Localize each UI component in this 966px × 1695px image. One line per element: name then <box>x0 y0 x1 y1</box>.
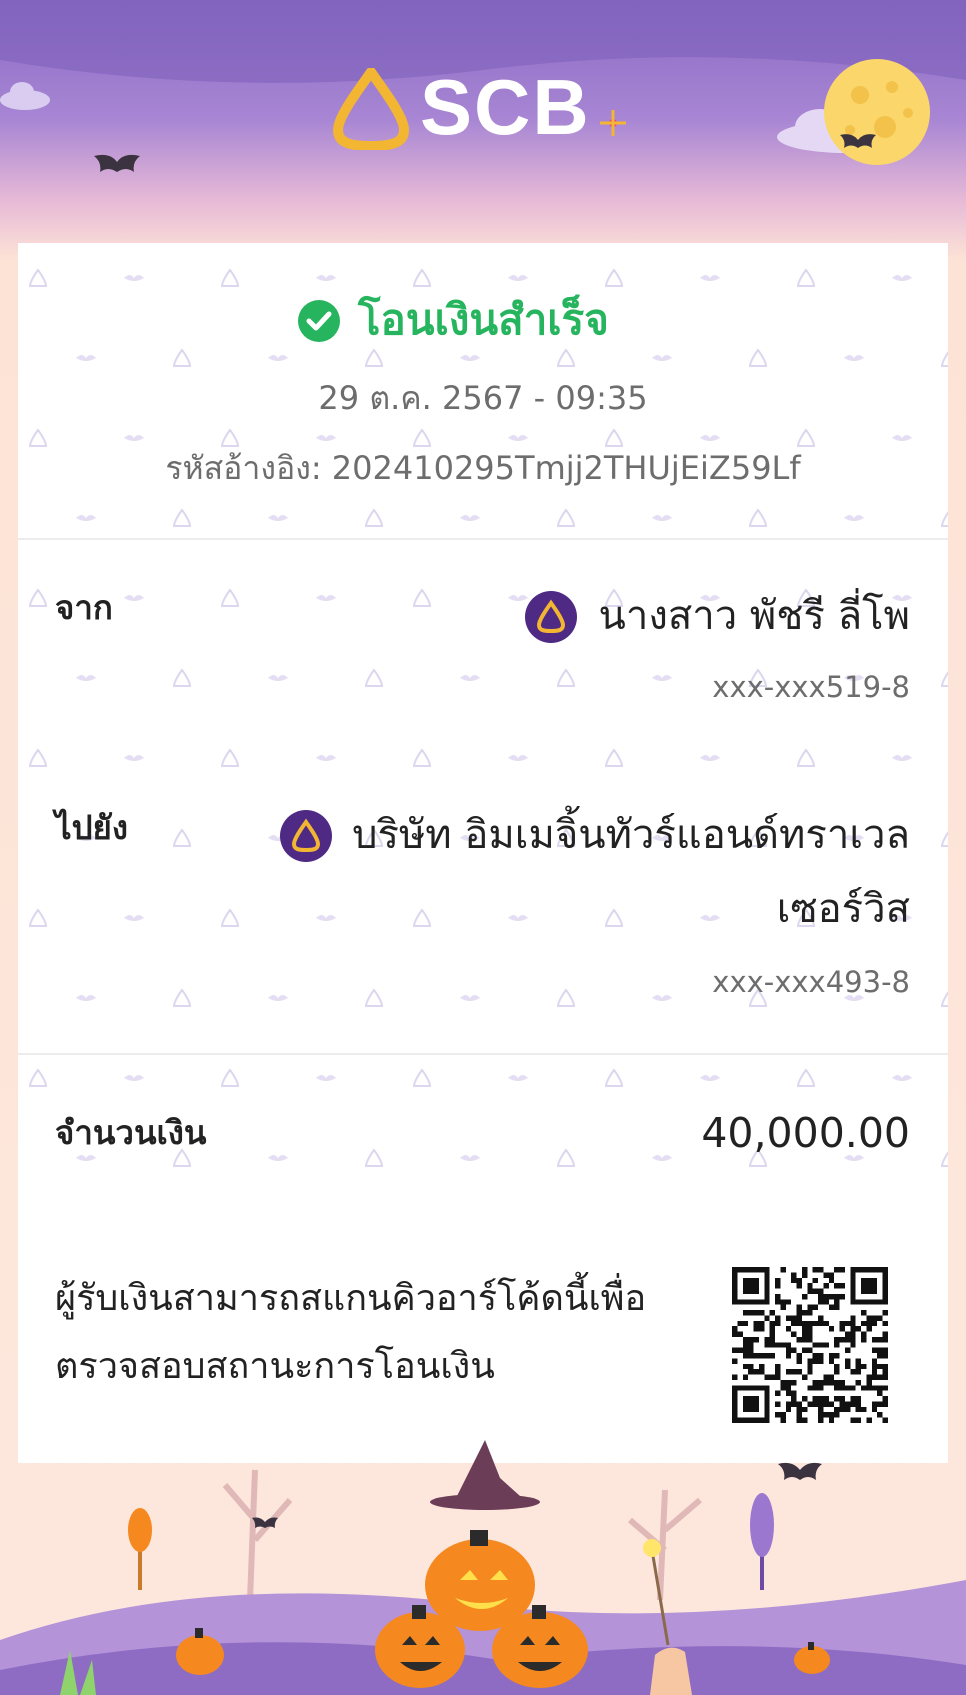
amount-label: จำนวนเงิน <box>55 1113 207 1152</box>
sparkle-icon <box>600 110 626 136</box>
qr-instruction-line2: ตรวจสอบสถานะการโอนเงิน <box>55 1346 495 1387</box>
cloud-icon <box>0 82 50 110</box>
from-label: จาก <box>55 588 113 627</box>
scb-logo: SCB <box>330 62 650 152</box>
from-name: นางสาว พัชรี ลี่โพ <box>598 593 910 639</box>
success-check-icon <box>298 300 340 342</box>
divider <box>18 538 948 540</box>
scb-bank-icon <box>280 810 332 862</box>
bat-icon <box>840 134 876 148</box>
qr-instruction: ผู้รับเงินสามารถสแกนคิวอาร์โค้ดนี้เพื่อ … <box>55 1265 695 1401</box>
logo-text: SCB <box>420 63 591 151</box>
to-label: ไปยัง <box>55 808 128 847</box>
reference-value[interactable]: 202410295Tmjj2THUjEiZ59Lf <box>332 449 801 487</box>
status-title: โอนเงินสำเร็จ <box>358 295 609 344</box>
scb-logo-icon <box>333 68 409 150</box>
halloween-illustration <box>0 1430 966 1695</box>
halloween-footer <box>0 1430 966 1695</box>
to-name-line2: เซอร์วิส <box>776 886 910 932</box>
scb-bank-icon <box>525 591 577 643</box>
from-account: xxx-xxx519-8 <box>712 670 910 704</box>
qr-instruction-line1: ผู้รับเงินสามารถสแกนคิวอาร์โค้ดนี้เพื่อ <box>55 1278 647 1319</box>
transaction-datetime: 29 ต.ค. 2567 - 09:35 <box>318 379 648 417</box>
divider <box>18 1053 948 1055</box>
reference-label: รหัสอ้างอิง: <box>165 449 322 487</box>
reference-line: รหัสอ้างอิง: 202410295Tmjj2THUjEiZ59Lf <box>0 445 966 491</box>
amount-value: 40,000.00 <box>701 1109 910 1157</box>
pumpkin-icon <box>425 1440 540 1631</box>
to-account: xxx-xxx493-8 <box>712 965 910 999</box>
bat-icon <box>94 154 140 172</box>
to-name-line1: บริษัท อิมเมจิ้นทัวร์แอนด์ทราเวล <box>352 812 910 858</box>
header: SCB <box>0 0 966 240</box>
qr-code-icon[interactable] <box>732 1267 888 1423</box>
